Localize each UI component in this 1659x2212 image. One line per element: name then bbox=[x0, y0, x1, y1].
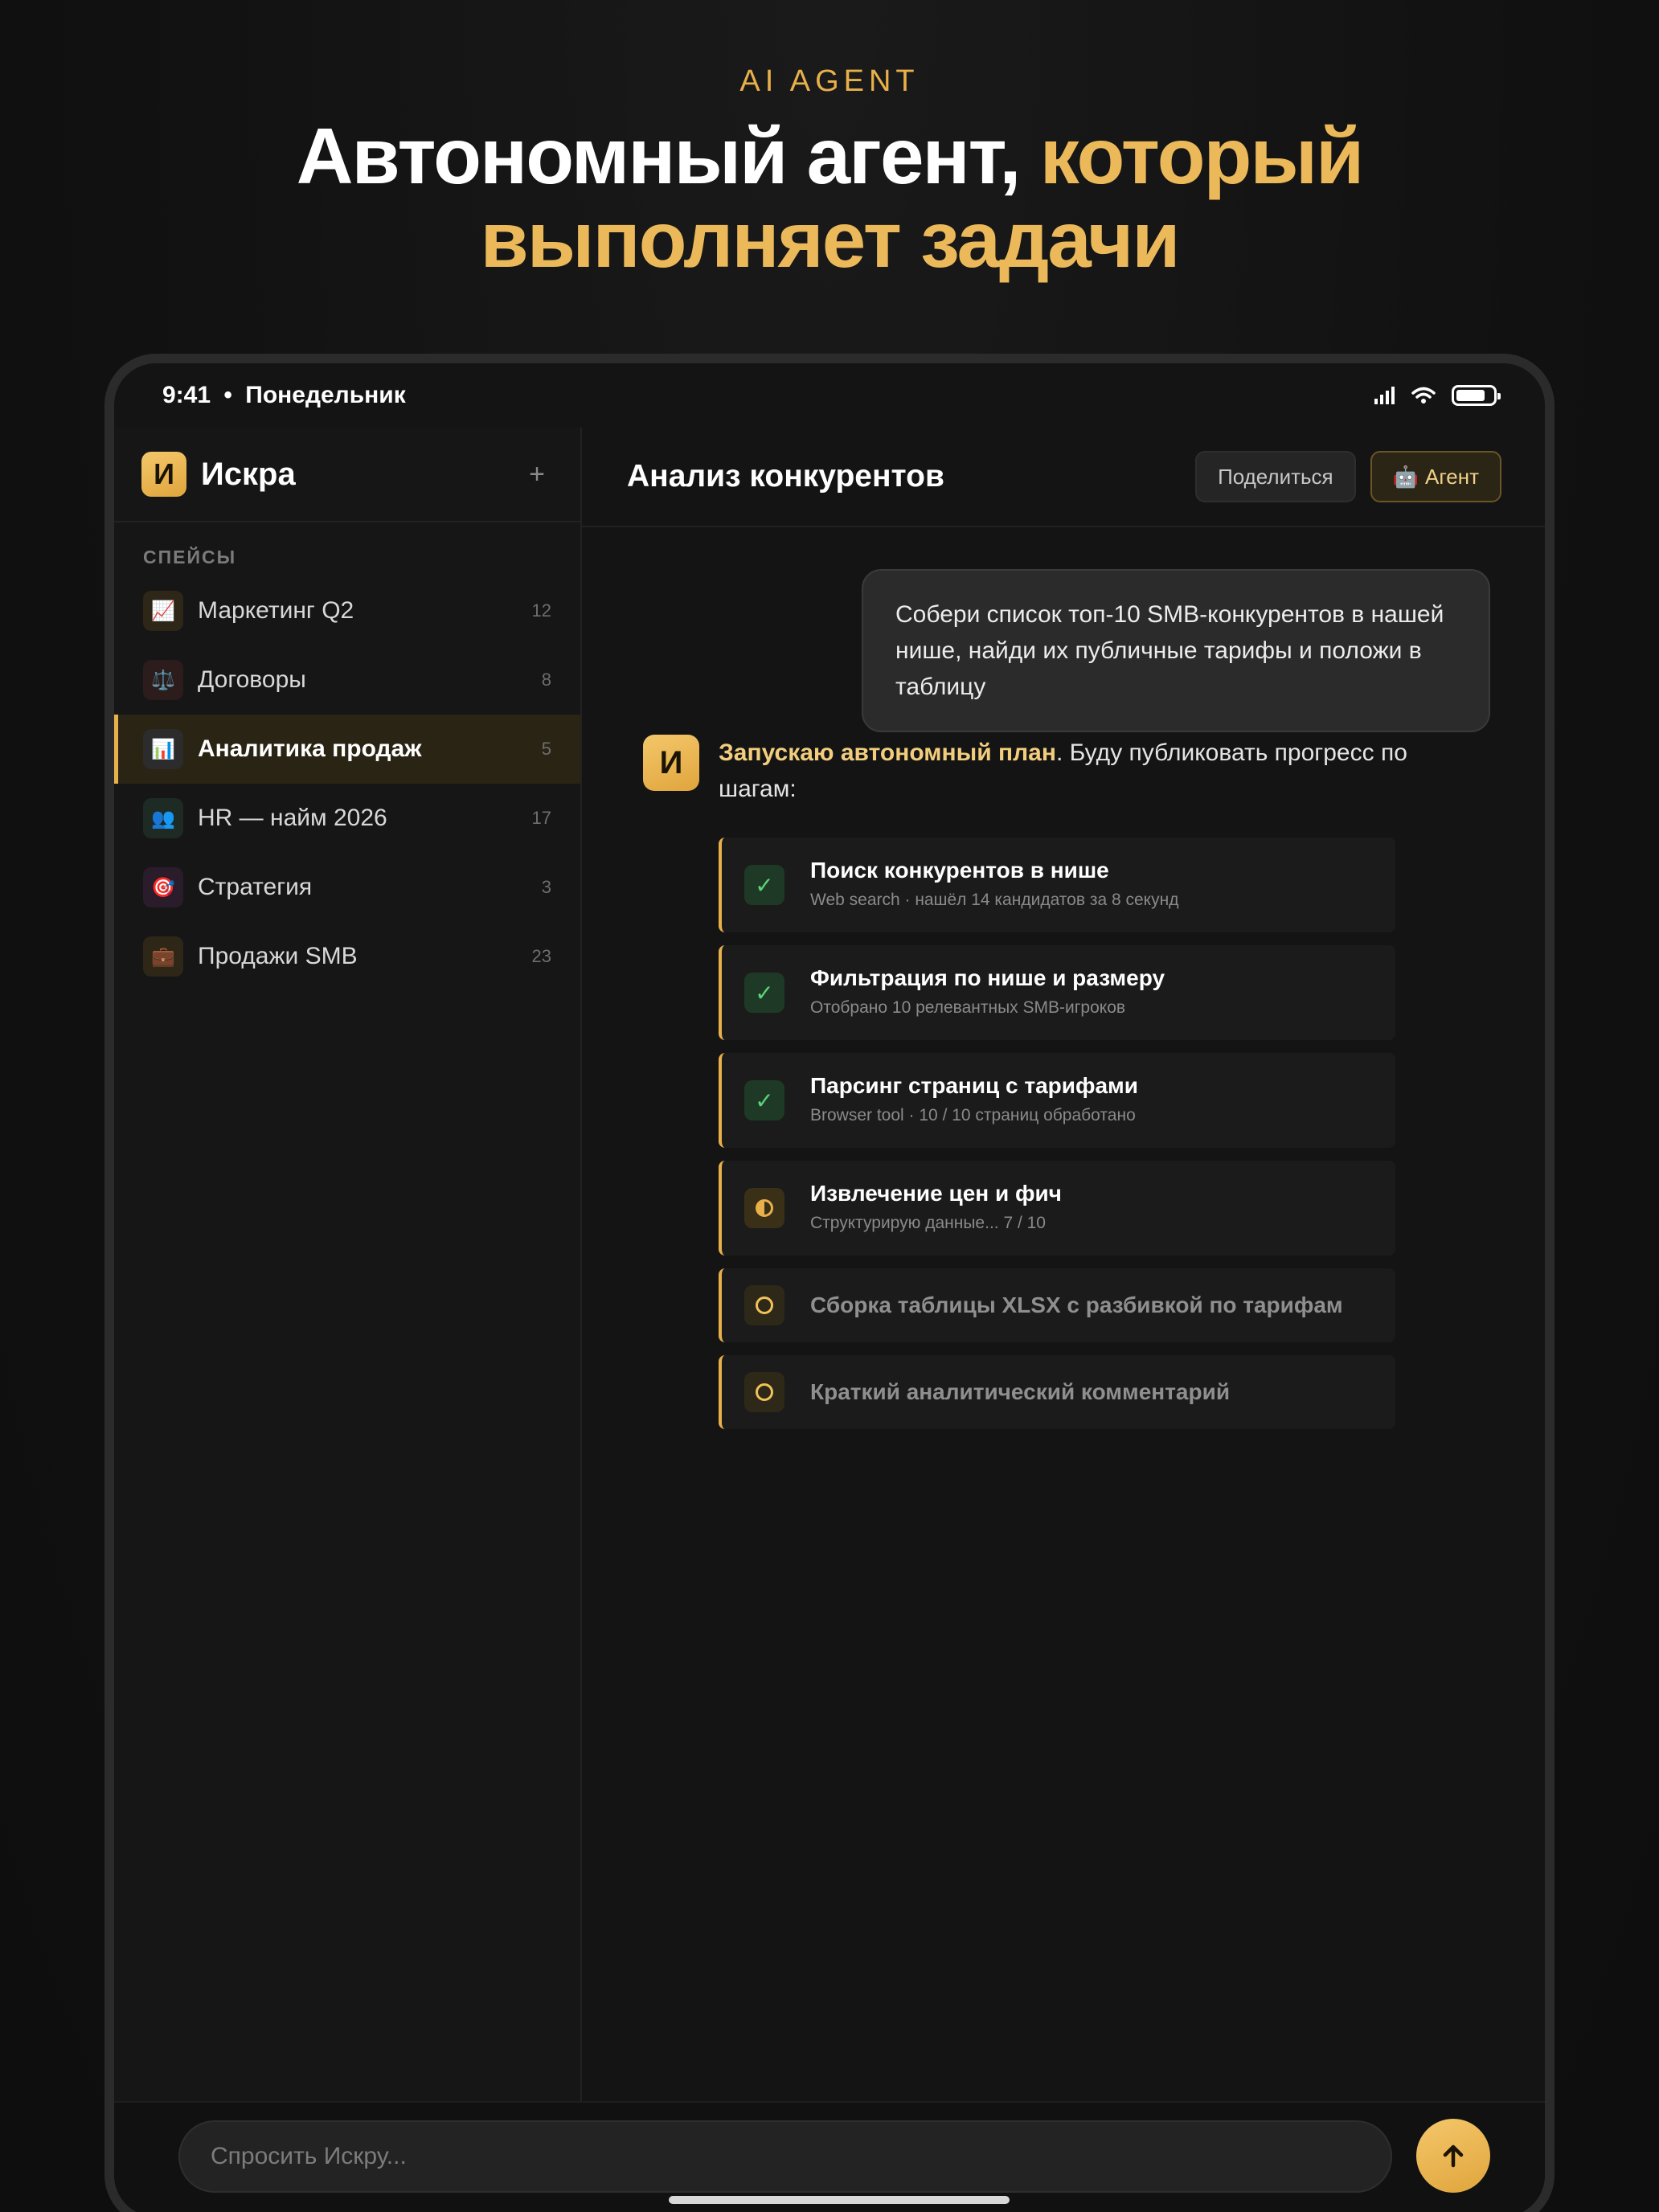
circle-icon bbox=[744, 1285, 784, 1325]
battery-icon bbox=[1452, 385, 1501, 406]
plan-step-pending[interactable]: Сборка таблицы XLSX с разбивкой по тариф… bbox=[719, 1268, 1395, 1342]
agent-button[interactable]: 🤖 Агент bbox=[1370, 451, 1501, 502]
composer bbox=[114, 2101, 1545, 2212]
check-icon: ✓ bbox=[744, 865, 784, 905]
wifi-icon bbox=[1411, 387, 1436, 403]
sidebar-item-count: 8 bbox=[541, 670, 551, 690]
hero-title-white: Автономный агент, bbox=[296, 112, 1022, 200]
sidebar-item-contracts[interactable]: ⚖️ Договоры 8 bbox=[114, 645, 580, 715]
scales-icon: ⚖️ bbox=[143, 660, 183, 700]
send-button[interactable] bbox=[1416, 2119, 1490, 2193]
agent-message-highlight: Запускаю автономный план bbox=[719, 739, 1056, 766]
robot-icon: 🤖 bbox=[1392, 464, 1419, 489]
home-indicator[interactable] bbox=[669, 2196, 1010, 2204]
ask-input[interactable] bbox=[178, 2120, 1392, 2193]
sidebar-item-count: 3 bbox=[541, 877, 551, 897]
add-space-button[interactable]: + bbox=[529, 459, 545, 490]
sidebar-item-strategy[interactable]: 🎯 Стратегия 3 bbox=[114, 853, 580, 922]
sidebar-item-marketing[interactable]: 📈 Маркетинг Q2 12 bbox=[114, 576, 580, 645]
header-actions: Поделиться 🤖 Агент bbox=[1195, 451, 1501, 502]
step-subtitle: Web search · нашёл 14 кандидатов за 8 се… bbox=[810, 891, 1179, 909]
step-title: Извлечение цен и фич bbox=[810, 1181, 1062, 1206]
sidebar-item-label: Маркетинг Q2 bbox=[198, 597, 354, 624]
status-icons bbox=[1374, 385, 1501, 406]
circle-icon bbox=[744, 1372, 784, 1412]
app-logo: И bbox=[141, 452, 186, 497]
app-name: Искра bbox=[201, 456, 296, 492]
briefcase-icon: 💼 bbox=[143, 936, 183, 977]
page: AI AGENT Автономный агент, который выпол… bbox=[0, 0, 1659, 2212]
step-title: Краткий аналитический комментарий bbox=[810, 1379, 1231, 1404]
chat-panel: Анализ конкурентов Поделиться 🤖 Агент Со… bbox=[582, 428, 1545, 2101]
sidebar-header: И Искра + bbox=[114, 428, 580, 522]
people-icon: 👥 bbox=[143, 798, 183, 838]
spaces-section-label: СПЕЙСЫ bbox=[143, 547, 237, 567]
status-day: Понедельник bbox=[245, 382, 406, 408]
chat-header: Анализ конкурентов Поделиться 🤖 Агент bbox=[582, 428, 1545, 527]
share-button[interactable]: Поделиться bbox=[1195, 451, 1356, 502]
step-subtitle: Browser tool · 10 / 10 страниц обработан… bbox=[810, 1106, 1136, 1124]
sidebar: И Искра + СПЕЙСЫ 📈 Маркетинг Q2 12 ⚖️ До… bbox=[114, 428, 582, 2101]
user-message: Собери список топ-10 SMB-конкурентов в н… bbox=[862, 569, 1490, 732]
check-icon: ✓ bbox=[744, 1080, 784, 1120]
target-icon: 🎯 bbox=[143, 867, 183, 907]
sidebar-item-count: 12 bbox=[531, 600, 551, 621]
sidebar-item-label: Продажи SMB bbox=[198, 943, 358, 969]
sidebar-item-sales-analytics[interactable]: 📊 Аналитика продаж 5 bbox=[114, 715, 580, 784]
plan-step-done[interactable]: ✓ Фильтрация по нише и размеру Отобрано … bbox=[719, 945, 1395, 1040]
check-icon: ✓ bbox=[744, 973, 784, 1013]
sidebar-item-count: 23 bbox=[531, 946, 551, 966]
hero-title-gold-1: который bbox=[1039, 112, 1365, 200]
agent-message-text: Запускаю автономный план. Буду публикова… bbox=[719, 735, 1426, 807]
sidebar-item-label: Аналитика продаж bbox=[198, 735, 422, 762]
plan-step-in-progress[interactable]: Извлечение цен и фич Структурирую данные… bbox=[719, 1161, 1395, 1256]
plan-step-done[interactable]: ✓ Парсинг страниц с тарифами Browser too… bbox=[719, 1053, 1395, 1148]
step-title: Парсинг страниц с тарифами bbox=[810, 1073, 1138, 1098]
step-title: Поиск конкурентов в нише bbox=[810, 858, 1109, 883]
step-title: Сборка таблицы XLSX с разбивкой по тариф… bbox=[810, 1292, 1343, 1317]
status-clock: 9:41 bbox=[162, 382, 211, 408]
hero-title-gold-2: выполняет задачи bbox=[480, 195, 1181, 284]
sidebar-item-count: 5 bbox=[541, 739, 551, 759]
sidebar-item-count: 17 bbox=[531, 808, 551, 828]
plan-step-pending[interactable]: Краткий аналитический комментарий bbox=[719, 1355, 1395, 1429]
plan-step-done[interactable]: ✓ Поиск конкурентов в нише Web search · … bbox=[719, 838, 1395, 932]
sidebar-item-label: Стратегия bbox=[198, 874, 313, 900]
tablet-frame: 9:41 • Понедельник И Искра + СПЕЙСЫ 📈 Ма… bbox=[104, 354, 1555, 2212]
chart-up-icon: 📈 bbox=[143, 591, 183, 631]
sidebar-item-label: HR — найм 2026 bbox=[198, 805, 387, 831]
step-subtitle: Структурирую данные... 7 / 10 bbox=[810, 1214, 1046, 1232]
bar-chart-icon: 📊 bbox=[143, 729, 183, 769]
step-title: Фильтрация по нише и размеру bbox=[810, 965, 1165, 990]
chat-title: Анализ конкурентов bbox=[627, 459, 944, 494]
status-bar: 9:41 • Понедельник bbox=[114, 363, 1545, 428]
sidebar-item-hr[interactable]: 👥 HR — найм 2026 17 bbox=[114, 784, 580, 853]
arrow-up-icon bbox=[1443, 2144, 1464, 2168]
step-subtitle: Отобрано 10 релевантных SMB-игроков bbox=[810, 998, 1126, 1017]
status-separator: • bbox=[223, 382, 232, 408]
hero-eyebrow: AI AGENT bbox=[739, 64, 920, 98]
signal-icon bbox=[1374, 387, 1395, 404]
sidebar-item-smb-sales[interactable]: 💼 Продажи SMB 23 bbox=[114, 922, 580, 991]
half-circle-icon bbox=[744, 1188, 784, 1228]
status-time: 9:41 • Понедельник bbox=[162, 382, 406, 409]
plan-steps: ✓ Поиск конкурентов в нише Web search · … bbox=[719, 838, 1395, 1442]
agent-avatar: И bbox=[643, 735, 699, 791]
sidebar-item-label: Договоры bbox=[198, 666, 306, 693]
agent-button-label: Агент bbox=[1425, 464, 1479, 489]
hero-title: Автономный агент, который выполняет зада… bbox=[0, 114, 1659, 281]
